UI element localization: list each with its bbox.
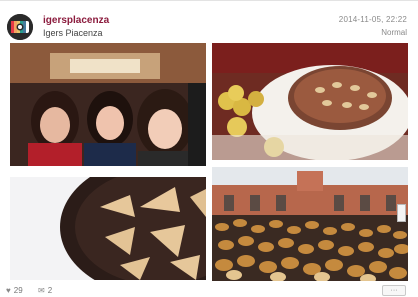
heart-icon: ♥	[6, 285, 11, 295]
post-header: igersplacenza Igers Piacenza 2014-11-05,…	[0, 7, 418, 40]
photo-chocolate-dessert[interactable]	[10, 177, 206, 280]
post-timestamp: 2014-11-05, 22:22	[338, 15, 407, 24]
post-card: igersplacenza Igers Piacenza 2014-11-05,…	[0, 0, 418, 296]
select-checkbox[interactable]	[397, 204, 406, 222]
comment-icon: ✉	[38, 285, 45, 295]
display-name: Igers Piacenza	[43, 28, 103, 38]
filter-label: Normal	[381, 28, 407, 37]
likes-stat[interactable]: ♥ 29	[6, 286, 23, 295]
avatar[interactable]	[7, 14, 33, 40]
likes-count: 29	[13, 286, 23, 295]
comments-stat[interactable]: ✉ 2	[38, 286, 52, 295]
photo-piazza-cookies[interactable]	[212, 167, 408, 281]
post-footer: ♥ 29 ✉ 2 ···	[0, 284, 418, 297]
photo-tart[interactable]	[212, 43, 408, 160]
more-button[interactable]: ···	[382, 285, 406, 296]
photo-selfie[interactable]	[10, 43, 206, 166]
igers-logo-icon	[7, 14, 33, 40]
username-link[interactable]: igersplacenza	[43, 15, 109, 26]
comments-count: 2	[47, 286, 53, 295]
